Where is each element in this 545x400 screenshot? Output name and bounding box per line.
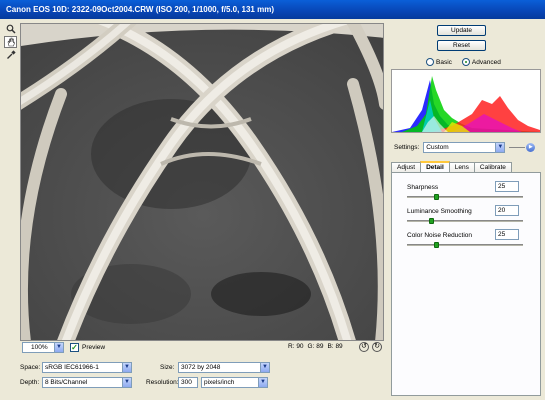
size-value: 3072 by 2048 xyxy=(181,364,221,371)
window-title: Canon EOS 10D: 2322-09Oct2004.CRW (ISO 2… xyxy=(6,5,274,14)
hand-tool-button[interactable] xyxy=(4,36,17,48)
preview-photo xyxy=(21,24,383,340)
zoom-tool-button[interactable] xyxy=(4,23,17,35)
g-label: G: xyxy=(307,343,315,350)
basic-label: Basic xyxy=(436,58,452,66)
output-options: Space: sRGB IEC61966-1 ▼ Depth: 8 Bits/C… xyxy=(20,362,384,398)
hand-icon xyxy=(7,37,15,47)
luminance-smoothing-slider-thumb[interactable] xyxy=(428,218,434,224)
space-value: sRGB IEC61966-1 xyxy=(45,364,99,371)
reset-button[interactable]: Reset xyxy=(437,40,486,51)
sharpness-slider-thumb[interactable] xyxy=(434,194,440,200)
preview-checkbox[interactable]: ✓ xyxy=(70,343,79,352)
adjustment-panel: Update Reset Basic Advanced Settings: Cu… xyxy=(388,19,545,400)
advanced-radio[interactable]: Advanced xyxy=(461,58,501,66)
color-noise-reduction-slider-thumb[interactable] xyxy=(434,242,440,248)
basic-radio[interactable]: Basic xyxy=(426,58,452,66)
zoom-level-value: 100% xyxy=(31,344,48,351)
title-bar: Canon EOS 10D: 2322-09Oct2004.CRW (ISO 2… xyxy=(0,0,545,19)
b-value: 89 xyxy=(335,343,343,350)
image-preview[interactable] xyxy=(20,23,384,341)
detail-pane: Sharpness 25 Luminance Smoothing 20 Colo… xyxy=(391,172,541,396)
color-noise-reduction-slider[interactable] xyxy=(407,242,523,248)
rotate-left-icon[interactable]: ↺ xyxy=(359,342,369,352)
preview-toggle[interactable]: ✓ Preview xyxy=(70,343,105,352)
advanced-radio-dot[interactable] xyxy=(461,58,470,66)
g-value: 89 xyxy=(316,343,324,350)
settings-select[interactable]: Custom ▼ xyxy=(423,142,506,153)
sharpness-input[interactable]: 25 xyxy=(495,181,519,192)
resolution-unit-select[interactable]: pixels/inch ▼ xyxy=(201,377,268,388)
luminance-smoothing-slider[interactable] xyxy=(407,218,523,224)
settings-row: Settings: Custom ▼ ▶ xyxy=(394,142,536,153)
chevron-down-icon[interactable]: ▼ xyxy=(260,362,270,373)
chevron-down-icon[interactable]: ▼ xyxy=(495,142,506,153)
space-select[interactable]: sRGB IEC61966-1 ▼ xyxy=(42,362,132,373)
size-select[interactable]: 3072 by 2048 ▼ xyxy=(178,362,270,373)
color-noise-reduction-input[interactable]: 25 xyxy=(495,229,519,240)
histogram xyxy=(391,69,541,133)
depth-label: Depth: xyxy=(20,379,40,386)
eyedropper-icon xyxy=(6,50,16,59)
eyedropper-tool-button[interactable] xyxy=(4,49,17,61)
r-label: R: xyxy=(288,343,295,350)
settings-menu-icon[interactable]: ▶ xyxy=(509,143,536,152)
basic-radio-dot[interactable] xyxy=(426,58,434,66)
depth-value: 8 Bits/Channel xyxy=(45,379,88,386)
r-value: 90 xyxy=(296,343,304,350)
tool-strip xyxy=(4,23,18,62)
advanced-label: Advanced xyxy=(471,58,501,66)
space-label: Space: xyxy=(20,364,41,371)
zoom-level-select[interactable]: 100% ▼ xyxy=(22,342,64,353)
resolution-unit-value: pixels/inch xyxy=(204,379,235,386)
rgb-readout: R: 90 G: 89 B: 89 xyxy=(288,343,343,350)
size-label: Size: xyxy=(160,364,175,371)
settings-label: Settings: xyxy=(394,144,420,151)
preview-label: Preview xyxy=(82,344,106,351)
zoom-icon xyxy=(6,24,16,34)
preview-status-bar: 100% ▼ ✓ Preview R: 90 G: 89 B: 89 ↺ ↻ xyxy=(20,342,384,354)
mode-selector: Basic Advanced xyxy=(426,58,501,66)
update-button[interactable]: Update xyxy=(437,25,486,36)
rotate-right-icon[interactable]: ↻ xyxy=(372,342,382,352)
sharpness-slider[interactable] xyxy=(407,194,523,200)
chevron-down-icon[interactable]: ▼ xyxy=(122,377,132,388)
luminance-smoothing-label: Luminance Smoothing xyxy=(407,208,472,215)
depth-select[interactable]: 8 Bits/Channel ▼ xyxy=(42,377,132,388)
camera-raw-window: 100% ▼ ✓ Preview R: 90 G: 89 B: 89 ↺ ↻ S… xyxy=(0,19,545,400)
luminance-smoothing-input[interactable]: 20 xyxy=(495,205,519,216)
color-noise-reduction-label: Color Noise Reduction xyxy=(407,232,473,239)
resolution-label: Resolution: xyxy=(146,379,179,386)
settings-value: Custom xyxy=(426,144,449,151)
chevron-down-icon[interactable]: ▼ xyxy=(122,362,132,373)
chevron-down-icon[interactable]: ▼ xyxy=(258,377,268,388)
chevron-down-icon[interactable]: ▼ xyxy=(54,342,64,353)
resolution-input[interactable]: 300 xyxy=(178,377,198,388)
b-label: B: xyxy=(327,343,334,350)
histogram-graph xyxy=(392,76,540,132)
sharpness-label: Sharpness xyxy=(407,184,439,191)
